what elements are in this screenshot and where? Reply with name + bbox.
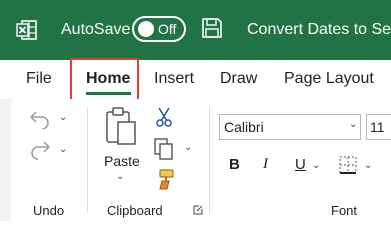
home-tab-highlight	[70, 58, 139, 101]
excel-logo-icon[interactable]	[16, 19, 38, 41]
font-name-select[interactable]: Calibri ⌄	[219, 114, 361, 140]
dialog-launcher-icon[interactable]	[193, 205, 203, 215]
ribbon-tab-bar: File Home Insert Draw Page Layout	[0, 60, 391, 102]
save-icon[interactable]	[201, 17, 223, 39]
tab-draw[interactable]: Draw	[220, 70, 257, 88]
autosave-state: Off	[158, 21, 177, 37]
paste-label[interactable]: Paste	[104, 153, 140, 169]
italic-button[interactable]: I	[263, 156, 268, 173]
undo-group-label: Undo	[33, 203, 65, 218]
undo-dropdown-icon[interactable]: ⌄	[59, 112, 67, 123]
redo-dropdown-icon[interactable]: ⌄	[59, 144, 67, 155]
font-size-value: 11	[370, 119, 385, 135]
underline-button[interactable]: U	[295, 156, 306, 173]
ribbon: ⌄ ⌄ Undo Paste ⌄ ⌄ Clipboard Calibri ⌄ 1…	[0, 99, 391, 221]
document-title: Convert Dates to Seria	[247, 21, 391, 38]
undo-icon[interactable]	[28, 107, 52, 129]
font-name-dropdown-icon[interactable]: ⌄	[349, 119, 357, 130]
font-group-label: Font	[331, 203, 358, 218]
paste-dropdown-icon[interactable]: ⌄	[116, 171, 124, 182]
bold-button[interactable]: B	[229, 156, 240, 173]
clipboard-group-label: Clipboard	[107, 203, 163, 218]
toggle-knob	[138, 21, 154, 37]
tab-page-layout[interactable]: Page Layout	[284, 70, 374, 88]
paste-icon[interactable]	[104, 106, 138, 148]
borders-dropdown-icon[interactable]: ⌄	[364, 160, 372, 171]
autosave-toggle[interactable]: Off	[132, 16, 186, 42]
tab-insert[interactable]: Insert	[154, 70, 194, 88]
cut-icon[interactable]	[154, 106, 174, 128]
redo-icon[interactable]	[28, 139, 52, 161]
font-size-select[interactable]: 11	[366, 114, 391, 140]
format-painter-icon[interactable]	[152, 167, 176, 191]
title-bar: AutoSave Off Convert Dates to Seria	[0, 0, 391, 60]
font-name-value: Calibri	[224, 119, 264, 135]
group-divider	[87, 107, 88, 213]
borders-icon[interactable]	[338, 155, 358, 175]
autosave-label: AutoSave	[61, 21, 131, 38]
group-divider	[209, 107, 210, 213]
underline-dropdown-icon[interactable]: ⌄	[312, 160, 320, 171]
copy-dropdown-icon[interactable]: ⌄	[184, 142, 192, 153]
tab-file[interactable]: File	[26, 70, 52, 88]
copy-icon[interactable]	[152, 137, 176, 161]
